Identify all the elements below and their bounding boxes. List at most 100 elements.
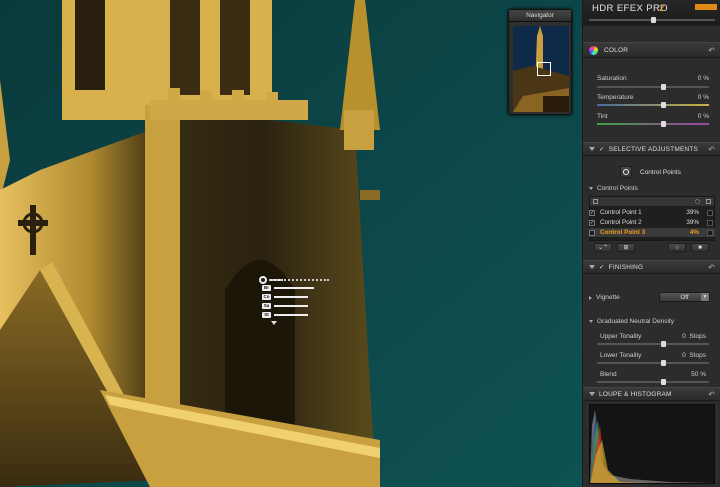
histogram [589,404,715,484]
upper-tonality-value: 0 [682,333,686,340]
saturation-slider[interactable] [274,305,308,307]
show-selection-button[interactable]: ○ [668,243,686,252]
upper-tonality-readout: 0 Stops [682,333,706,340]
selective-section-header[interactable]: ✓ SELECTIVE ADJUSTMENTS ↶ [583,142,720,156]
control-point-handle[interactable] [259,276,267,284]
control-point-row-2[interactable]: ✓ Control Point 2 39% [589,218,715,227]
duplicate-button[interactable]: ⌄⌃ [594,243,612,252]
reset-icon[interactable]: ↶ [708,390,715,399]
navigator-title: Navigator [509,10,571,22]
contrast-slider[interactable] [274,296,308,298]
temperature-knob[interactable] [661,102,666,108]
navigator-panel[interactable]: Navigator [508,9,572,115]
color-section-title: COLOR [604,46,629,54]
upper-tonality-row: Upper Tonality 0 Stops [600,333,706,340]
control-point-row-1[interactable]: ✓ Control Point 1 39% [589,208,715,217]
loupe-section-header[interactable]: LOUPE & HISTOGRAM ↶ [583,387,720,401]
control-point-row-3[interactable]: Control Point 3 4% [589,228,715,237]
control-point-label: Control Point 2 [600,219,642,226]
structure-tag[interactable]: St [262,312,271,318]
delete-button[interactable]: ■ [691,243,709,252]
navigator-thumbnail[interactable] [513,26,569,112]
lower-tonality-label: Lower Tonality [600,352,642,359]
checkbox[interactable]: ✓ [589,209,595,216]
upper-tonality-label: Upper Tonality [600,333,642,340]
brightness-tag[interactable]: Br [262,285,271,291]
vignette-label: Vignette [596,294,620,301]
enable-check-icon[interactable]: ✓ [599,263,605,271]
collapse-icon[interactable] [589,392,595,396]
size-slider-end [269,279,329,281]
saturation-knob[interactable] [661,84,666,90]
navigator-viewport-box[interactable] [537,62,551,76]
reset-icon[interactable]: ↶ [708,263,715,272]
loupe-section-title: LOUPE & HISTOGRAM [599,390,672,398]
square-icon: ■ [698,244,702,251]
control-points-button-label: Control Points [640,169,681,176]
contrast-tag[interactable]: Co [262,294,271,300]
collapse-icon[interactable] [589,265,595,269]
lower-tonality-knob[interactable] [661,360,666,366]
saturation-row: Saturation 0 % [597,75,709,82]
control-points-list-label: Control Points [597,185,638,192]
blend-slider[interactable] [597,379,709,385]
brightness-slider[interactable] [274,287,314,289]
lower-tonality-readout: 0 Stops [682,352,706,359]
app-title: HDR EFEX PRO [592,3,669,14]
vignette-dropdown[interactable]: Off ▼ [659,292,710,302]
blend-unit: % [700,371,706,378]
temperature-value: 0 % [697,94,709,101]
checkbox[interactable]: ✓ [589,219,595,226]
tint-row: Tint 0 % [597,113,709,120]
settings-panel: HDR EFEX PRO 2 COLOR ↶ Saturation 0 % Tem… [582,0,720,487]
expand-right-icon [589,295,592,300]
mask-header-icon [706,199,711,204]
collapse-icon[interactable] [589,187,593,190]
lower-tonality-value: 0 [682,352,686,359]
color-section-header[interactable]: COLOR ↶ [583,42,720,58]
gnd-label: Graduated Neutral Density [597,318,674,325]
vignette-toggle[interactable]: Vignette [589,294,620,301]
control-point-widget[interactable]: Br Co Sa St [258,275,329,331]
upper-tonality-knob[interactable] [661,341,666,347]
temperature-slider[interactable] [597,102,709,108]
enable-check-icon[interactable]: ✓ [599,145,605,153]
image-canvas[interactable]: Br Co Sa St [0,0,582,487]
lower-tonality-row: Lower Tonality 0 Stops [600,352,706,359]
blend-knob[interactable] [661,379,666,385]
temperature-label: Temperature [597,94,634,101]
control-point-opacity: 4% [689,229,699,236]
structure-slider[interactable] [274,314,308,316]
top-slider[interactable] [589,17,715,23]
tint-knob[interactable] [661,121,666,127]
control-point-icon [623,169,629,175]
checkbox[interactable] [589,229,595,236]
tint-value: 0 % [697,113,709,120]
mask-toggle[interactable] [707,229,713,236]
finishing-section-header[interactable]: ✓ FINISHING ↶ [583,260,720,274]
group-icon: ⊞ [623,245,629,251]
tint-slider[interactable] [597,121,709,127]
mask-toggle[interactable] [707,219,713,226]
collapse-icon[interactable] [589,320,593,323]
upper-tonality-slider[interactable] [597,341,709,347]
gnd-toggle[interactable]: Graduated Neutral Density [589,318,674,325]
collapse-icon[interactable] [589,147,595,151]
add-control-point-button[interactable] [620,166,632,178]
control-point-label: Control Point 1 [600,209,642,216]
saturation-slider[interactable] [597,84,709,90]
expand-icon[interactable] [271,321,277,325]
selective-section-title: SELECTIVE ADJUSTMENTS [608,145,699,153]
saturation-tag[interactable]: Sa [262,303,271,309]
app-version: 2 [659,3,665,14]
reset-icon[interactable]: ↶ [708,46,715,55]
mask-toggle[interactable] [707,209,713,216]
control-points-list-toggle[interactable]: Control Points [589,185,638,192]
reset-icon[interactable]: ↶ [708,145,715,154]
opacity-header-icon [695,199,700,204]
group-button[interactable]: ⊞ [617,243,635,252]
lower-tonality-slider[interactable] [597,360,709,366]
blend-value: 50 [691,371,699,378]
chevron-down-icon: ▼ [701,293,709,301]
select-all-icon[interactable] [593,199,598,204]
